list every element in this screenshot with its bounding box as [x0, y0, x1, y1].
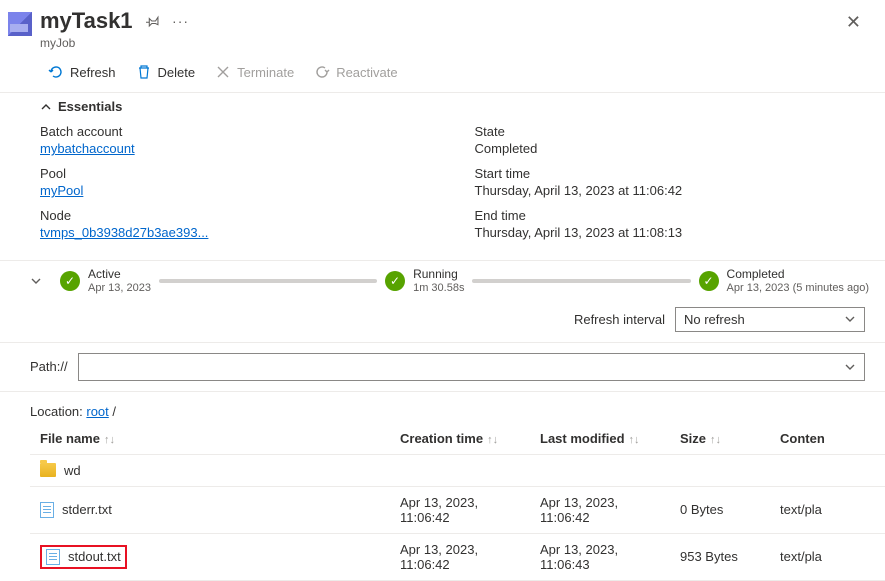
delete-button[interactable]: Delete	[128, 60, 204, 84]
start-time-label: Start time	[475, 166, 870, 181]
table-row[interactable]: stderr.txt Apr 13, 2023, 11:06:42Apr 13, …	[30, 486, 885, 533]
terminate-button: Terminate	[207, 60, 302, 84]
file-name: stderr.txt	[62, 502, 112, 517]
refresh-interval-select[interactable]: No refresh	[675, 307, 865, 332]
file-icon	[46, 549, 60, 565]
pool-label: Pool	[40, 166, 435, 181]
cell-content	[770, 454, 885, 486]
essentials-heading: Essentials	[58, 99, 122, 114]
path-label: Path://	[30, 359, 68, 374]
stage-active-sub: Apr 13, 2023	[88, 282, 151, 295]
location-breadcrumb: Location: root /	[0, 392, 885, 423]
cell-creation	[390, 454, 530, 486]
page-title: myTask1	[40, 8, 133, 34]
cell-size	[670, 454, 770, 486]
cell-modified	[530, 454, 670, 486]
state-value: Completed	[475, 141, 870, 156]
timeline-toggle[interactable]	[30, 275, 52, 287]
terminate-label: Terminate	[237, 65, 294, 80]
check-icon: ✓	[385, 271, 405, 291]
col-file-name[interactable]: File name↑↓	[30, 423, 390, 455]
task-icon	[8, 12, 32, 36]
cell-content: text/pla	[770, 533, 885, 580]
delete-label: Delete	[158, 65, 196, 80]
files-table: File name↑↓ Creation time↑↓ Last modifie…	[30, 423, 885, 581]
path-input[interactable]	[78, 353, 865, 381]
reactivate-icon	[314, 64, 330, 80]
start-time-value: Thursday, April 13, 2023 at 11:06:42	[475, 183, 870, 198]
cell-modified: Apr 13, 2023, 11:06:43	[530, 533, 670, 580]
col-creation-time[interactable]: Creation time↑↓	[390, 423, 530, 455]
essentials-toggle[interactable]: Essentials	[0, 92, 885, 120]
cell-creation: Apr 13, 2023, 11:06:42	[390, 533, 530, 580]
file-icon	[40, 502, 54, 518]
stage-active-title: Active	[88, 267, 151, 281]
file-name: stdout.txt	[68, 549, 121, 564]
location-suffix: /	[109, 404, 116, 419]
col-content[interactable]: Conten	[770, 423, 885, 455]
stage-active: ✓ Active Apr 13, 2023	[60, 267, 151, 295]
close-button[interactable]: ✕	[838, 8, 869, 37]
timeline-bar	[472, 279, 690, 283]
toolbar: Refresh Delete Terminate Reactivate	[0, 50, 885, 92]
refresh-interval-value: No refresh	[684, 312, 745, 327]
cell-size: 0 Bytes	[670, 486, 770, 533]
chevron-down-icon	[844, 313, 856, 325]
node-link[interactable]: tvmps_0b3938d27b3ae393...	[40, 225, 208, 240]
chevron-down-icon	[844, 361, 856, 373]
location-prefix: Location:	[30, 404, 86, 419]
pin-icon[interactable]	[145, 13, 161, 29]
batch-account-link[interactable]: mybatchaccount	[40, 141, 135, 156]
highlighted-file[interactable]: stdout.txt	[40, 545, 127, 569]
sort-icon[interactable]: ↑↓	[629, 434, 640, 446]
refresh-label: Refresh	[70, 65, 116, 80]
pool-link[interactable]: myPool	[40, 183, 83, 198]
stage-running: ✓ Running 1m 30.58s	[385, 267, 464, 295]
check-icon: ✓	[60, 271, 80, 291]
refresh-interval-label: Refresh interval	[574, 312, 665, 327]
location-root-link[interactable]: root	[86, 404, 108, 419]
cell-modified: Apr 13, 2023, 11:06:42	[530, 486, 670, 533]
page-subtitle: myJob	[40, 36, 838, 50]
cell-content: text/pla	[770, 486, 885, 533]
col-last-modified[interactable]: Last modified↑↓	[530, 423, 670, 455]
batch-account-label: Batch account	[40, 124, 435, 139]
sort-icon[interactable]: ↑↓	[710, 434, 721, 446]
stage-completed: ✓ Completed Apr 13, 2023 (5 minutes ago)	[699, 267, 869, 295]
trash-icon	[136, 64, 152, 80]
cell-creation: Apr 13, 2023, 11:06:42	[390, 486, 530, 533]
sort-icon[interactable]: ↑↓	[104, 434, 115, 446]
stage-completed-title: Completed	[727, 267, 869, 281]
end-time-label: End time	[475, 208, 870, 223]
terminate-icon	[215, 64, 231, 80]
state-label: State	[475, 124, 870, 139]
col-size[interactable]: Size↑↓	[670, 423, 770, 455]
stage-running-title: Running	[413, 267, 464, 281]
table-row[interactable]: stdout.txt Apr 13, 2023, 11:06:42Apr 13, …	[30, 533, 885, 580]
more-icon[interactable]: ···	[173, 13, 189, 29]
stage-completed-sub: Apr 13, 2023 (5 minutes ago)	[727, 282, 869, 295]
reactivate-label: Reactivate	[336, 65, 397, 80]
table-row[interactable]: wd	[30, 454, 885, 486]
sort-icon[interactable]: ↑↓	[487, 434, 498, 446]
check-icon: ✓	[699, 271, 719, 291]
stage-running-sub: 1m 30.58s	[413, 282, 464, 295]
folder-icon	[40, 463, 56, 477]
timeline-bar	[159, 279, 377, 283]
file-name: wd	[64, 463, 81, 478]
reactivate-button: Reactivate	[306, 60, 405, 84]
node-label: Node	[40, 208, 435, 223]
cell-size: 953 Bytes	[670, 533, 770, 580]
refresh-button[interactable]: Refresh	[40, 60, 124, 84]
refresh-icon	[48, 64, 64, 80]
chevron-up-icon	[40, 101, 52, 113]
end-time-value: Thursday, April 13, 2023 at 11:08:13	[475, 225, 870, 240]
